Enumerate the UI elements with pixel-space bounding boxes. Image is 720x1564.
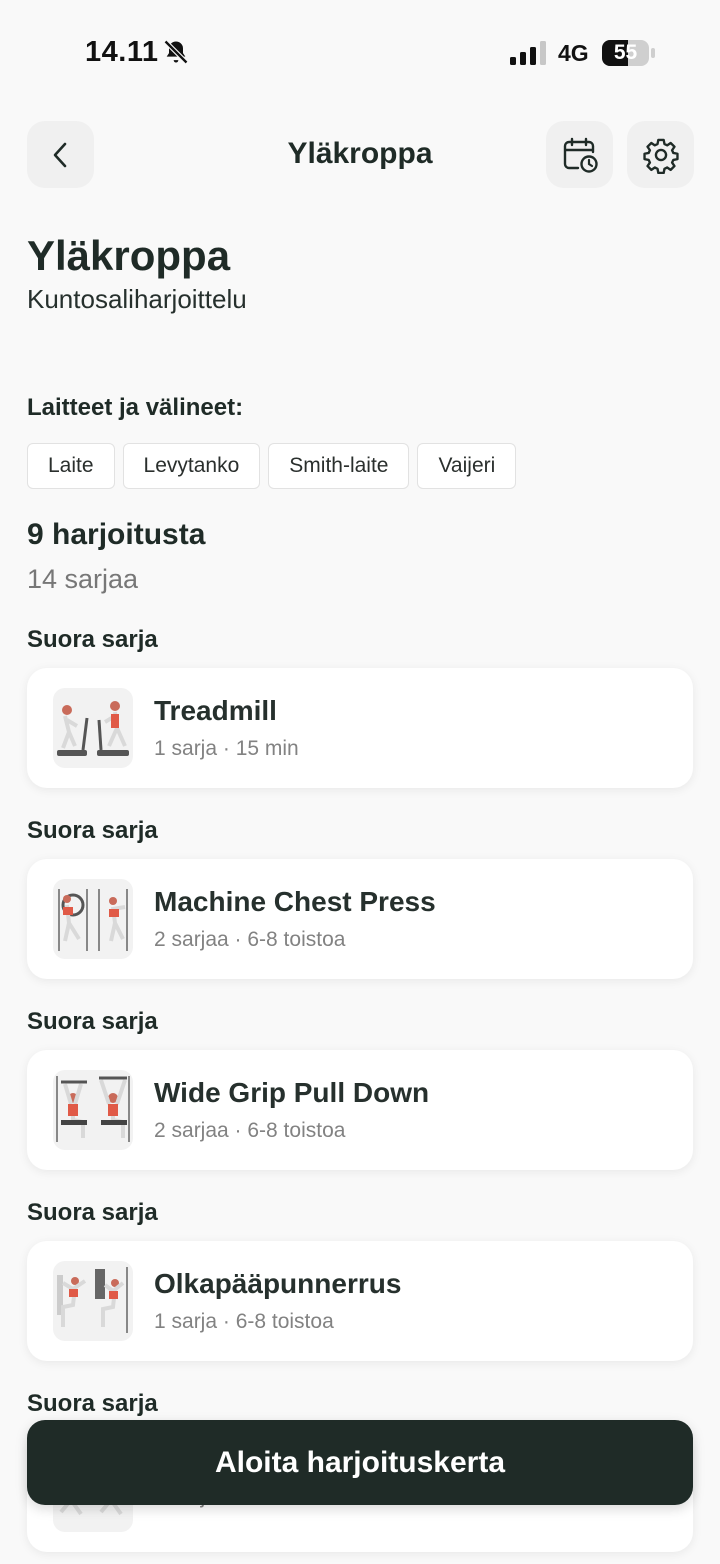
group-label: Suora sarja	[27, 1199, 158, 1226]
exercise-thumbnail	[53, 1070, 133, 1150]
screen: 14.11 4G 55 Yläkroppa Yläkroppa Kuntosal…	[0, 0, 720, 1564]
page-subtitle: Kuntosaliharjoittelu	[27, 284, 247, 314]
equipment-chip: Laite	[27, 443, 115, 489]
exercise-name: Treadmill	[154, 695, 277, 726]
exercise-name: Olkapääpunnerrus	[154, 1268, 402, 1299]
exercise-card[interactable]: Treadmill 1 sarja · 15 min	[27, 668, 693, 788]
group-label: Suora sarja	[27, 626, 158, 653]
exercise-name: Machine Chest Press	[154, 886, 436, 917]
signal-icon	[510, 41, 546, 65]
exercise-thumbnail	[53, 688, 133, 768]
exercise-meta: 1 sarja · 15 min	[154, 737, 299, 760]
exercise-thumbnail	[53, 1261, 133, 1341]
network-type: 4G	[558, 40, 589, 66]
group-label: Suora sarja	[27, 817, 158, 844]
equipment-label: Laitteet ja välineet:	[27, 394, 244, 421]
settings-button[interactable]	[627, 121, 694, 188]
set-count: 14 sarjaa	[27, 564, 139, 594]
equipment-chip: Vaijeri	[417, 443, 517, 489]
exercise-thumbnail	[53, 879, 133, 959]
status-time: 14.11	[85, 36, 159, 68]
start-workout-button[interactable]: Aloita harjoituskerta	[27, 1420, 693, 1505]
battery-level: 55	[613, 41, 638, 64]
exercise-meta: 2 sarjaa · 6-8 toistoa	[154, 928, 346, 951]
group-label: Suora sarja	[27, 1008, 158, 1035]
exercise-meta: 2 sarjaa · 6-8 toistoa	[154, 1119, 346, 1142]
equipment-chips: Laite Levytanko Smith-laite Vaijeri	[27, 443, 517, 489]
exercise-meta: 1 sarja · 6-8 toistoa	[154, 1310, 334, 1333]
gear-icon	[642, 138, 679, 174]
exercise-count: 9 harjoitusta	[27, 518, 206, 551]
page-title: Yläkroppa	[27, 232, 231, 279]
bell-off-icon	[163, 39, 189, 65]
equipment-chip: Levytanko	[122, 443, 261, 489]
battery-indicator: 55	[602, 40, 655, 66]
calendar-clock-icon	[563, 137, 598, 173]
exercise-card[interactable]: Olkapääpunnerrus 1 sarja · 6-8 toistoa	[27, 1241, 693, 1361]
exercise-card[interactable]: Machine Chest Press 2 sarjaa · 6-8 toist…	[27, 859, 693, 979]
exercise-card[interactable]: Wide Grip Pull Down 2 sarjaa · 6-8 toist…	[27, 1050, 693, 1170]
schedule-button[interactable]	[546, 121, 613, 188]
equipment-chip: Smith-laite	[268, 443, 410, 489]
exercise-name: Wide Grip Pull Down	[154, 1077, 430, 1108]
